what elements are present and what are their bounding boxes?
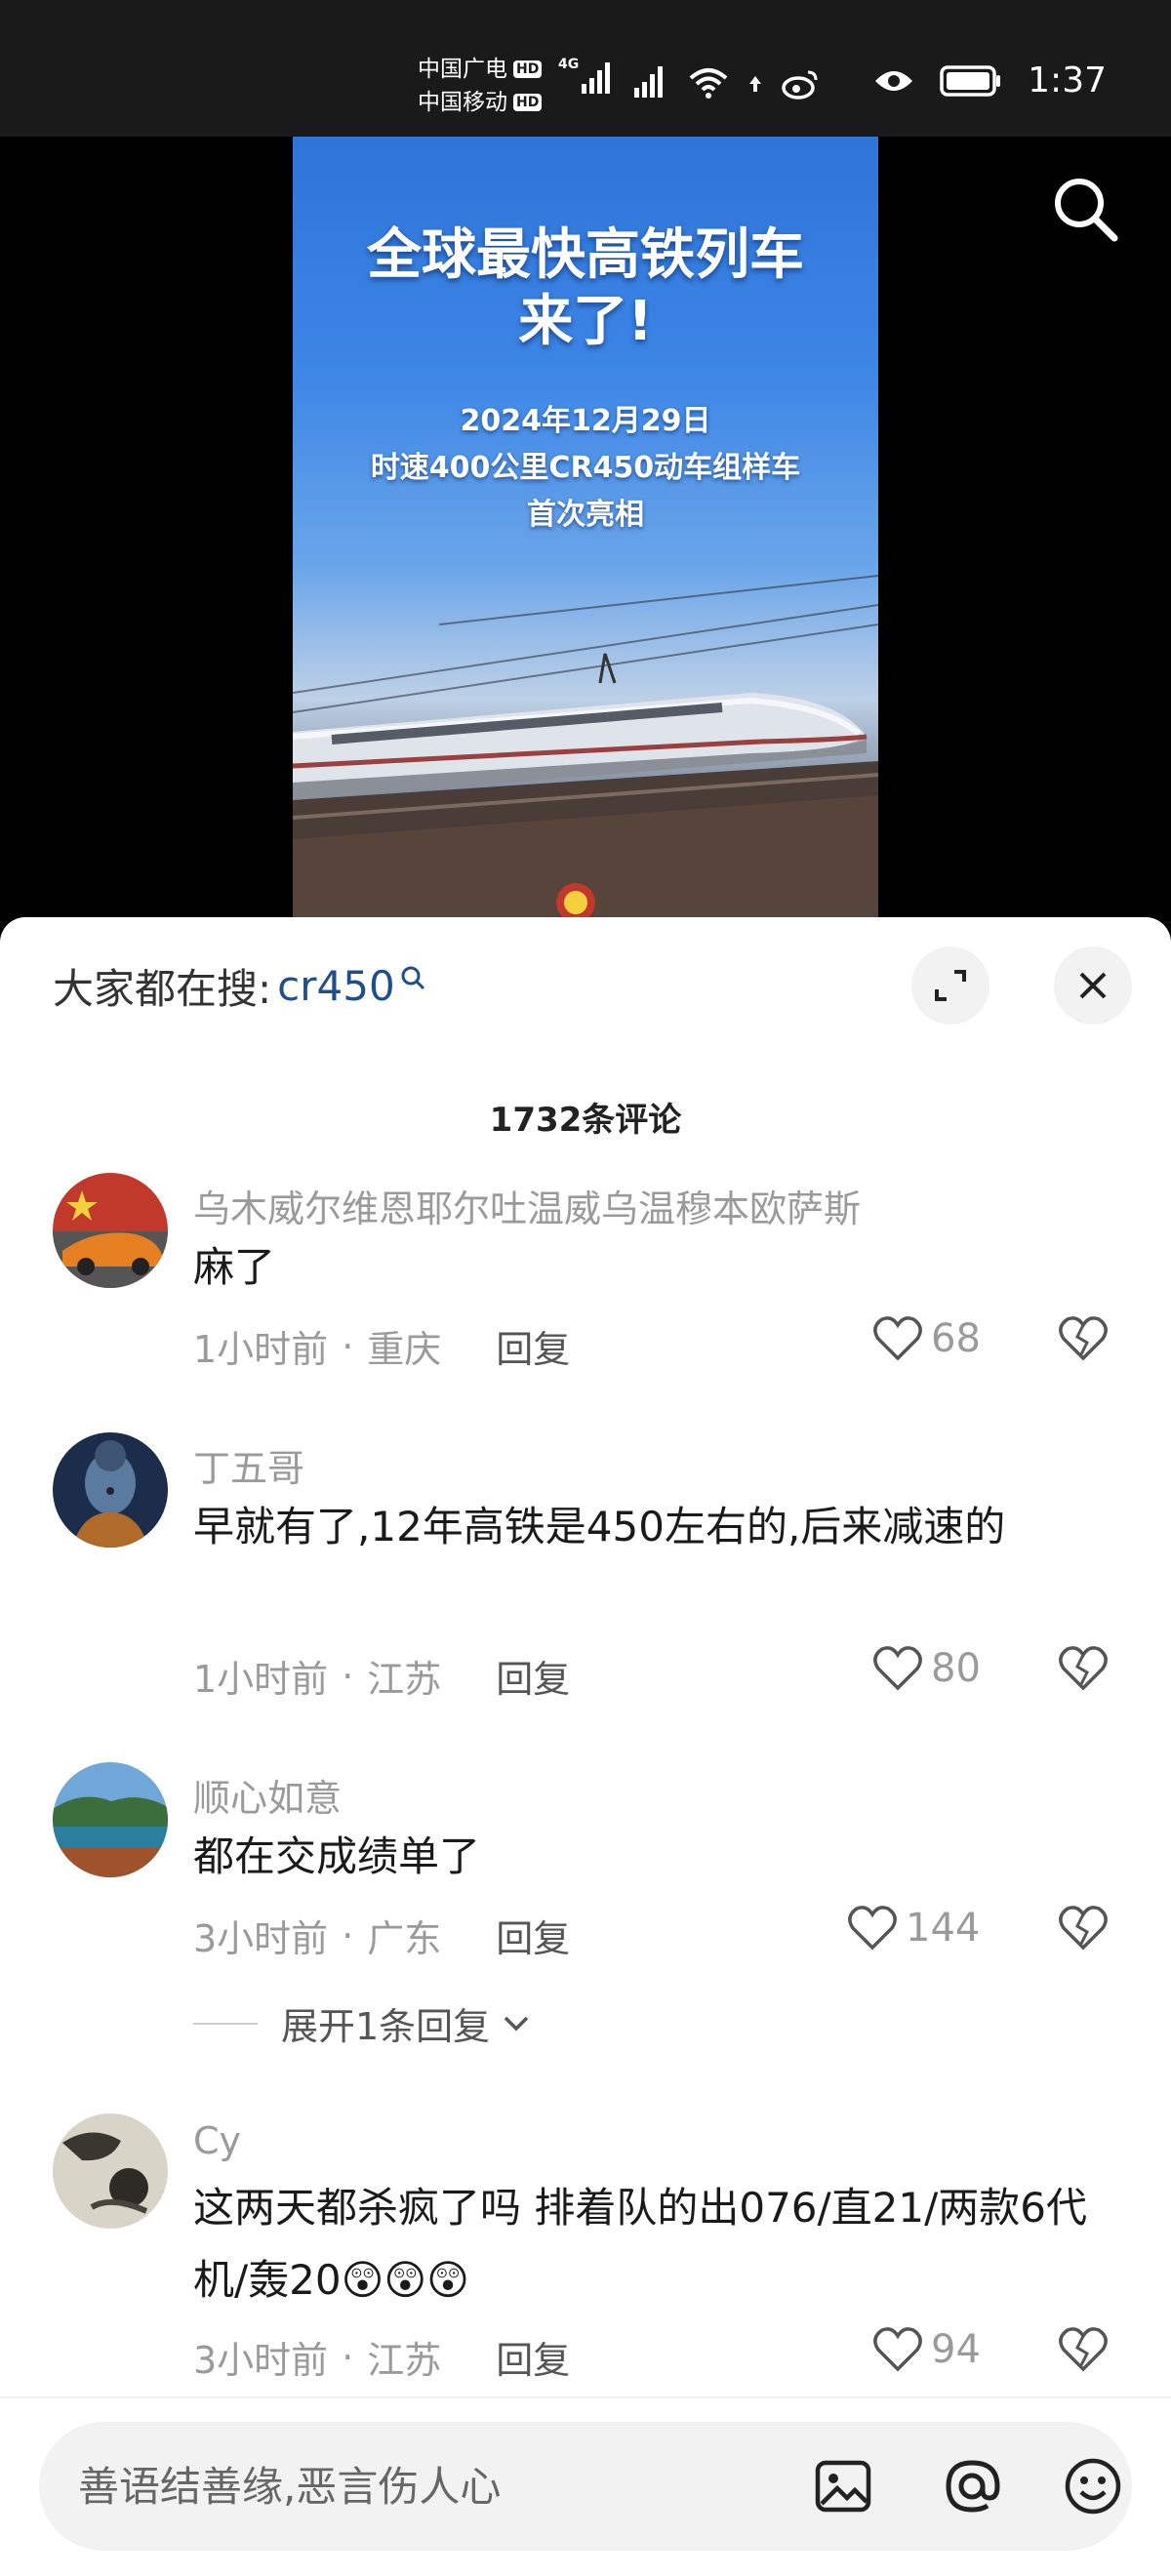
- carrier-info: 中国广电 HD 中国移动 HD: [418, 53, 543, 119]
- image-icon: [815, 2460, 871, 2513]
- like-count: 94: [931, 2327, 981, 2372]
- like-button[interactable]: 68: [872, 1315, 981, 1362]
- commenter-name[interactable]: 顺心如意: [193, 1768, 342, 1822]
- heart-icon: [848, 1906, 897, 1951]
- like-count: 68: [931, 1316, 981, 1361]
- search-icon: [1055, 179, 1118, 242]
- comment-time: 1小时前: [193, 1328, 329, 1371]
- comment-location: 江苏: [367, 1658, 442, 1701]
- comment-input[interactable]: [78, 2451, 742, 2521]
- broken-heart-icon: [1059, 1646, 1108, 1691]
- like-button[interactable]: 80: [872, 1645, 981, 1692]
- avatar[interactable]: [53, 2113, 168, 2229]
- expand-replies-button[interactable]: 展开1条回复: [193, 1996, 533, 2050]
- comment-time: 3小时前: [193, 1917, 329, 1960]
- poster-title-line2: 来了!: [518, 290, 653, 353]
- comments-sheet: 大家都在搜: cr450 1732条评论 乌木威尔维恩耶尔吐温威乌温穆本欧萨斯 …: [0, 917, 1171, 2576]
- comment-text: 麻了: [193, 1243, 276, 1291]
- dislike-button[interactable]: [1058, 1905, 1109, 1955]
- reply-button[interactable]: 回复: [496, 1319, 570, 1373]
- expand-button[interactable]: [911, 946, 989, 1025]
- comment-meta: 1小时前 · 重庆 回复: [193, 1319, 570, 1373]
- comment-input-box[interactable]: [39, 2422, 1132, 2551]
- small-search-icon: [401, 966, 424, 989]
- commenter-name[interactable]: 乌木威尔维恩耶尔吐温威乌温穆本欧萨斯: [193, 1179, 861, 1232]
- expand-replies-label: 展开1条回复: [281, 2005, 491, 2048]
- signal-group: 4G: [558, 57, 820, 100]
- hot-search-term[interactable]: cr450: [277, 962, 395, 1010]
- at-icon: [946, 2460, 1000, 2513]
- comment-location: 江苏: [367, 2339, 442, 2382]
- comment-time: 3小时前: [193, 2339, 329, 2382]
- like-button[interactable]: 144: [847, 1905, 980, 1952]
- dislike-button[interactable]: [1058, 1315, 1109, 1366]
- comment-location: 重庆: [367, 1328, 442, 1371]
- avatar[interactable]: [53, 1432, 168, 1548]
- heart-icon: [873, 1316, 922, 1361]
- comment-input-bar: [0, 2396, 1171, 2576]
- poster-date: 2024年12月29日: [460, 404, 711, 438]
- clock: 1:37: [1028, 60, 1107, 101]
- mention-button[interactable]: [941, 2455, 1003, 2521]
- comment-text: 早就有了,12年高铁是450左右的,后来减速的: [193, 1503, 1006, 1550]
- comment-time: 1小时前: [193, 1658, 329, 1701]
- avatar[interactable]: [53, 1762, 168, 1877]
- comment-meta: 3小时前 · 广东 回复: [193, 1909, 570, 1962]
- hd-badge: HD: [513, 94, 543, 111]
- commenter-name[interactable]: 丁五哥: [193, 1438, 304, 1492]
- close-icon: [1079, 972, 1107, 999]
- comment-meta: 1小时前 · 江苏 回复: [193, 1649, 570, 1703]
- like-count: 80: [931, 1646, 981, 1691]
- comment-count: 1732条评论: [489, 1101, 682, 1140]
- like-count: 144: [906, 1906, 981, 1951]
- comment-text: 都在交成绩单了: [193, 1832, 481, 1880]
- video-player[interactable]: 全球最快高铁列车 来了! 2024年12月29日 时速400公里CR450动车组…: [0, 137, 1171, 917]
- poster-speed: 时速400公里CR450动车组样车: [370, 451, 801, 485]
- poster-subtitle: 2024年12月29日 时速400公里CR450动车组样车 首次亮相: [293, 398, 878, 539]
- emoji-icon: [1065, 2458, 1121, 2515]
- broken-heart-icon: [1059, 1906, 1108, 1951]
- signal-icon: [634, 66, 663, 98]
- comment-location: 广东: [367, 1917, 442, 1960]
- chevron-down-icon: [504, 2016, 529, 2031]
- emoji-button[interactable]: [1062, 2455, 1124, 2521]
- close-button[interactable]: [1054, 946, 1132, 1025]
- heart-icon: [873, 2327, 922, 2372]
- image-button[interactable]: [812, 2455, 874, 2521]
- network-type: 4G: [558, 57, 580, 72]
- commenter-name[interactable]: Cy: [193, 2119, 241, 2162]
- news-poster: 全球最快高铁列车 来了! 2024年12月29日 时速400公里CR450动车组…: [293, 137, 878, 917]
- avatar[interactable]: [53, 1173, 168, 1288]
- broken-heart-icon: [1059, 1316, 1108, 1361]
- reply-button[interactable]: 回复: [496, 1909, 570, 1962]
- dislike-button[interactable]: [1058, 2326, 1109, 2377]
- broken-heart-icon: [1059, 2327, 1108, 2372]
- hot-search-label: 大家都在搜:: [53, 965, 272, 1013]
- poster-title-line1: 全球最快高铁列车: [367, 223, 804, 287]
- signal-4g-icon: 4G: [558, 57, 615, 100]
- reply-button[interactable]: 回复: [496, 1649, 570, 1703]
- heart-icon: [873, 1646, 922, 1691]
- search-button[interactable]: [1050, 174, 1120, 248]
- reply-button[interactable]: 回复: [496, 2330, 570, 2384]
- wifi-icon: [689, 68, 728, 99]
- like-button[interactable]: 94: [872, 2326, 981, 2373]
- status-bar: 中国广电 HD 中国移动 HD 4G 1:37: [0, 0, 1171, 137]
- right-status: 1:37: [873, 60, 1107, 101]
- hd-badge: HD: [513, 60, 543, 78]
- eye-icon: [875, 70, 913, 91]
- comment-text: 这两天都杀疯了吗 排着队的出076/直21/两款6代机/轰20😲😲😲: [193, 2184, 1087, 2304]
- train-image: [293, 575, 878, 917]
- upload-arrow-icon: [749, 76, 761, 92]
- carrier-name-2: 中国移动: [418, 90, 507, 115]
- dislike-button[interactable]: [1058, 1645, 1109, 1696]
- comment-meta: 3小时前 · 江苏 回复: [193, 2330, 570, 2384]
- weibo-icon: [782, 70, 818, 100]
- hot-search[interactable]: 大家都在搜: cr450: [53, 956, 426, 1016]
- expand-icon: [935, 970, 966, 1001]
- poster-debut: 首次亮相: [527, 498, 644, 532]
- carrier-name-1: 中国广电: [418, 57, 507, 82]
- battery-icon: [940, 64, 1001, 97]
- poster-title: 全球最快高铁列车 来了!: [293, 222, 878, 355]
